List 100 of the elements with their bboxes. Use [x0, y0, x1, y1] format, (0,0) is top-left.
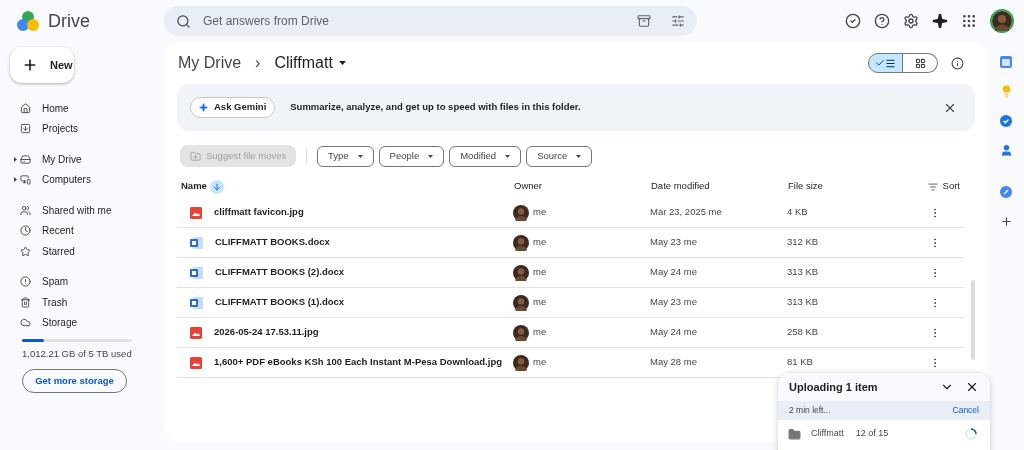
- owner-avatar: [513, 204, 529, 221]
- cloud-icon: [20, 317, 31, 329]
- sort-direction-icon[interactable]: [209, 179, 224, 194]
- file-name: CLIFFMATT BOOKS (2).docx: [215, 265, 345, 280]
- sidebar-item[interactable]: Shared with me: [10, 200, 134, 221]
- pencil-circle-icon[interactable]: [1000, 186, 1012, 198]
- clock-icon: [20, 225, 31, 237]
- dropdown-caret-icon: [505, 154, 511, 158]
- sidebar-item[interactable]: Recent: [10, 220, 134, 241]
- sort-lines-icon: [927, 181, 938, 192]
- new-button[interactable]: New: [10, 47, 74, 83]
- file-row[interactable]: CLIFFMATT BOOKS.docx me May 23 me 312 KB: [177, 228, 964, 258]
- filter-chip[interactable]: People: [378, 145, 445, 167]
- search-icon: [176, 13, 191, 29]
- owner-name: me: [533, 205, 547, 220]
- grid-view-toggle[interactable]: [903, 53, 938, 73]
- file-size: 312 KB: [787, 235, 820, 250]
- sidebar-item[interactable]: Trash: [10, 292, 134, 313]
- sidebar-item[interactable]: Spam: [10, 271, 134, 292]
- star-icon: [20, 245, 31, 257]
- expand-arrow-icon[interactable]: [13, 177, 17, 183]
- owner-name: me: [533, 295, 547, 310]
- alert-icon: [20, 276, 31, 288]
- box-icon[interactable]: [637, 14, 651, 28]
- word-document-icon: [190, 236, 203, 249]
- home-icon: [20, 102, 31, 114]
- date-modified: Mar 23, 2025 me: [650, 205, 723, 220]
- gemini-banner-text: Summarize, analyze, and get up to speed with files in this folder.: [290, 100, 581, 115]
- upload-item-count: 12 of 15: [855, 427, 889, 441]
- loading-spinner-icon: [965, 428, 977, 440]
- info-icon[interactable]: [951, 56, 964, 70]
- image-file-icon: [190, 326, 202, 339]
- sparkle-icon: [199, 103, 208, 112]
- file-row[interactable]: 2026-05-24 17.53.11.jpg me May 24 me 258 KB: [177, 318, 964, 348]
- filter-chip[interactable]: Source: [526, 145, 593, 167]
- breadcrumb-link[interactable]: My Drive: [178, 51, 242, 75]
- folder-plus-icon: [190, 150, 201, 162]
- sort-button[interactable]: Sort: [927, 179, 960, 194]
- word-document-icon: [190, 296, 203, 309]
- owner-name: me: [533, 265, 547, 280]
- image-file-icon: [190, 206, 202, 219]
- plus-icon[interactable]: [999, 215, 1013, 228]
- file-name: 2026-05-24 17.53.11.jpg: [214, 325, 319, 340]
- owner-avatar: [513, 324, 529, 341]
- owner-name: me: [533, 325, 547, 340]
- calendar-icon[interactable]: [1000, 56, 1012, 68]
- search-field[interactable]: Get answers from Drive: [164, 6, 697, 36]
- file-row[interactable]: CLIFFMATT BOOKS (2).docx me May 24 me 313 KB: [177, 258, 964, 288]
- check-circle-icon[interactable]: [845, 13, 861, 29]
- settings-icon[interactable]: [903, 13, 919, 29]
- upload-time-left: 2 min left...: [789, 404, 831, 417]
- column-header[interactable]: Name: [181, 179, 207, 194]
- sidebar-item[interactable]: Projects: [10, 118, 134, 139]
- file-name: cliffmatt favicon.jpg: [214, 205, 304, 220]
- inbox-icon: [20, 123, 31, 135]
- sidebar-item[interactable]: Storage: [10, 312, 134, 333]
- scrollbar[interactable]: [971, 280, 975, 360]
- word-document-icon: [190, 266, 203, 279]
- column-header[interactable]: File size: [788, 179, 823, 194]
- sidebar-item[interactable]: Starred: [10, 241, 134, 262]
- column-header[interactable]: Date modified: [651, 179, 710, 194]
- file-size: 4 KB: [787, 205, 809, 220]
- filter-options-icon[interactable]: [671, 14, 685, 28]
- file-name: CLIFFMATT BOOKS (1).docx: [215, 295, 345, 310]
- image-file-icon: [190, 356, 202, 369]
- sparkle-icon[interactable]: [932, 13, 948, 29]
- breadcrumb-separator: ›: [255, 53, 261, 73]
- ask-gemini-button[interactable]: Ask Gemini: [190, 97, 276, 118]
- sidebar-item[interactable]: Computers: [10, 169, 134, 190]
- sidebar-item[interactable]: My Drive: [10, 149, 134, 170]
- file-name: CLIFFMATT BOOKS.docx: [215, 235, 330, 250]
- search-input[interactable]: Get answers from Drive: [203, 12, 625, 30]
- plus-icon: [22, 57, 38, 73]
- person-icon[interactable]: [999, 144, 1013, 157]
- column-header[interactable]: Owner: [514, 179, 542, 194]
- help-icon[interactable]: [874, 13, 890, 29]
- sidebar-item[interactable]: Home: [10, 98, 134, 119]
- devices-icon: [20, 174, 31, 186]
- owner-name: me: [533, 235, 547, 250]
- filter-chip[interactable]: Type: [317, 145, 374, 167]
- folder-title-dropdown[interactable]: Cliffmatt: [274, 51, 346, 75]
- date-modified: May 23 me: [650, 235, 698, 250]
- cancel-link[interactable]: Cancel: [952, 404, 979, 417]
- filter-chip[interactable]: Modified: [449, 145, 522, 167]
- owner-avatar: [513, 234, 529, 251]
- expand-arrow-icon[interactable]: [13, 156, 17, 162]
- list-view-toggle[interactable]: [868, 53, 903, 73]
- close-icon[interactable]: [965, 380, 979, 394]
- apps-grid-icon[interactable]: [961, 13, 977, 29]
- owner-avatar: [513, 354, 529, 371]
- tasks-icon[interactable]: [1000, 115, 1012, 127]
- list-icon: [885, 57, 896, 69]
- file-row[interactable]: CLIFFMATT BOOKS (1).docx me May 23 me 313 KB: [177, 288, 964, 318]
- file-row[interactable]: cliffmatt favicon.jpg me Mar 23, 2025 me 4 KB: [177, 198, 964, 228]
- owner-avatar: [513, 264, 529, 281]
- file-size: 258 KB: [787, 325, 820, 340]
- date-modified: May 24 me: [650, 265, 698, 280]
- account-avatar[interactable]: [990, 9, 1014, 33]
- date-modified: May 23 me: [650, 295, 698, 310]
- file-size: 313 KB: [787, 265, 820, 280]
